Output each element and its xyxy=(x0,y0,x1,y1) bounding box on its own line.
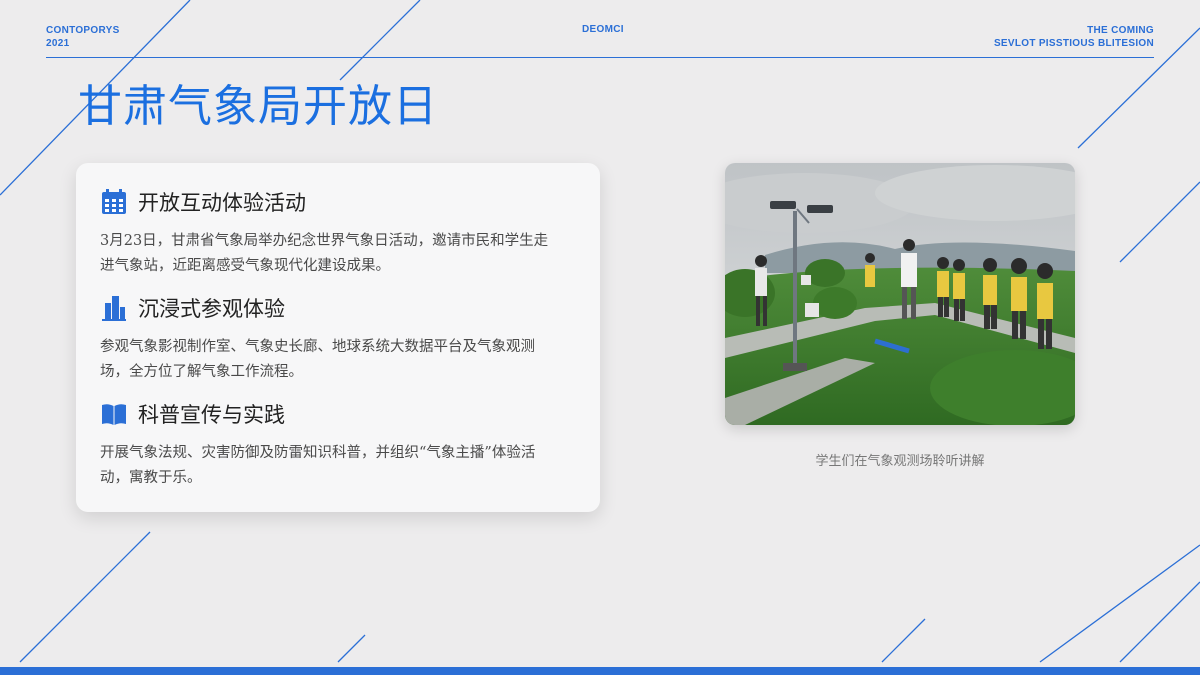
header-right-line1: THE COMING xyxy=(1087,25,1154,36)
header-right: THE COMING SEVLOT PISSTIOUS BLITESION xyxy=(994,24,1154,50)
bottom-accent-bar xyxy=(0,667,1200,675)
book-icon xyxy=(100,400,128,428)
item-title: 沉浸式参观体验 xyxy=(138,297,285,321)
photo-caption: 学生们在气象观测场聆听讲解 xyxy=(815,454,985,469)
building-icon xyxy=(100,294,128,322)
page-title: 甘肃气象局开放日 xyxy=(78,81,438,132)
item-science-promotion: 科普宣传与实践 开展气象法规、灾害防御及防雷知识科普，并组织“气象主播”体验活动… xyxy=(100,399,560,491)
calendar-icon xyxy=(100,188,128,216)
header-center: DEOMCI xyxy=(582,24,624,35)
header-left-line1: CONTOPORYS xyxy=(46,25,120,36)
item-immersive-visit: 沉浸式参观体验 参观气象影视制作室、气象史长廊、地球系统大数据平台及气象观测场，… xyxy=(100,293,560,385)
item-body: 3月23日，甘肃省气象局举办纪念世界气象日活动，邀请市民和学生走进气象站，近距离… xyxy=(100,233,549,274)
content-card: 开放互动体验活动 3月23日，甘肃省气象局举办纪念世界气象日活动，邀请市民和学生… xyxy=(76,163,600,512)
item-title: 科普宣传与实践 xyxy=(138,403,285,427)
header-right-line2: SEVLOT PISSTIOUS BLITESION xyxy=(993,38,1154,49)
event-photo xyxy=(725,163,1075,425)
item-body: 开展气象法规、灾害防御及防雷知识科普，并组织“气象主播”体验活动，寓教于乐。 xyxy=(100,445,536,486)
header-left: CONTOPORYS 2021 xyxy=(46,24,120,50)
item-body: 参观气象影视制作室、气象史长廊、地球系统大数据平台及气象观测场，全方位了解气象工… xyxy=(100,339,535,380)
header-divider xyxy=(46,57,1154,58)
item-open-activity: 开放互动体验活动 3月23日，甘肃省气象局举办纪念世界气象日活动，邀请市民和学生… xyxy=(100,187,560,279)
header-left-line2: 2021 xyxy=(46,38,70,49)
item-title: 开放互动体验活动 xyxy=(138,191,306,215)
